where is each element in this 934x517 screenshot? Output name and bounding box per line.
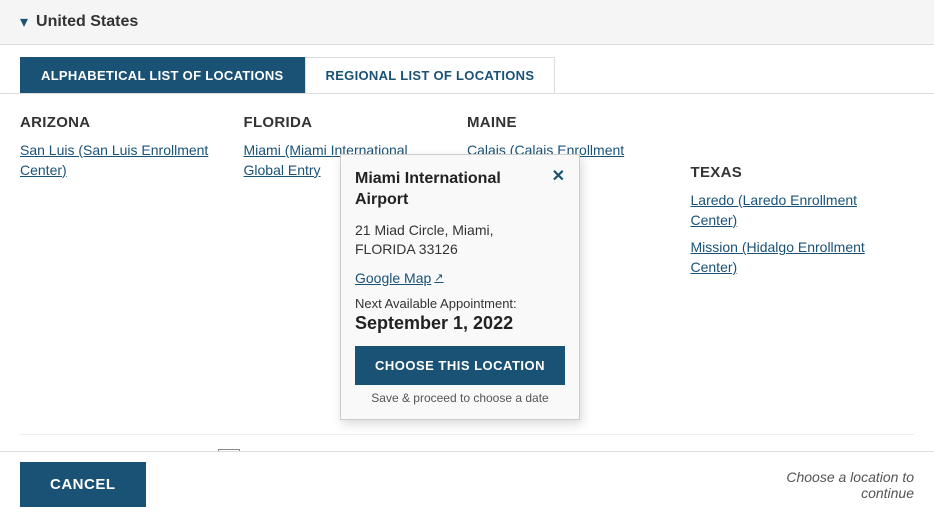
state-maine: MAINE <box>467 114 671 131</box>
location-mission[interactable]: Mission (Hidalgo Enrollment Center) <box>691 238 895 277</box>
popup-title: Miami International Airport <box>355 169 552 211</box>
chevron-down-icon[interactable]: ▾ <box>20 12 28 32</box>
tab-alphabetical[interactable]: ALPHABETICAL LIST OF LOCATIONS <box>20 57 305 93</box>
location-laredo[interactable]: Laredo (Laredo Enrollment Center) <box>691 191 895 230</box>
state-florida: FLORIDA <box>244 114 448 131</box>
close-icon[interactable]: ✕ <box>552 169 565 185</box>
tab-regional[interactable]: REGIONAL LIST OF LOCATIONS <box>305 57 556 93</box>
choose-location-hint: Choose a location tocontinue <box>786 469 914 501</box>
tabs-container: ALPHABETICAL LIST OF LOCATIONS REGIONAL … <box>0 45 934 94</box>
next-appointment-date: September 1, 2022 <box>355 313 565 334</box>
next-appointment-label: Next Available Appointment: <box>355 296 565 311</box>
choose-location-button[interactable]: CHOOSE THIS LOCATION <box>355 346 565 385</box>
content-area: ARIZONA San Luis (San Luis Enrollment Ce… <box>0 94 934 434</box>
state-arizona: ARIZONA <box>20 114 224 131</box>
country-name: United States <box>36 13 138 31</box>
column-arizona: ARIZONA San Luis (San Luis Enrollment Ce… <box>20 114 244 285</box>
country-header: ▾ United States <box>0 0 934 45</box>
state-texas: TEXAS <box>691 164 895 181</box>
save-proceed-text: Save & proceed to choose a date <box>355 391 565 405</box>
column-texas: TEXAS Laredo (Laredo Enrollment Center) … <box>691 114 915 285</box>
popup-header: Miami International Airport ✕ <box>355 169 565 211</box>
external-link-icon: ↗ <box>434 271 443 284</box>
popup-card: Miami International Airport ✕ 21 Miad Ci… <box>340 154 580 420</box>
cancel-button[interactable]: CANCEL <box>20 462 146 507</box>
popup-address: 21 Miad Circle, Miami, FLORIDA 33126 <box>355 221 565 260</box>
footer: CANCEL Choose a location tocontinue <box>0 451 934 517</box>
google-map-link[interactable]: Google Map ↗ <box>355 270 444 286</box>
location-san-luis[interactable]: San Luis (San Luis Enrollment Center) <box>20 141 224 180</box>
